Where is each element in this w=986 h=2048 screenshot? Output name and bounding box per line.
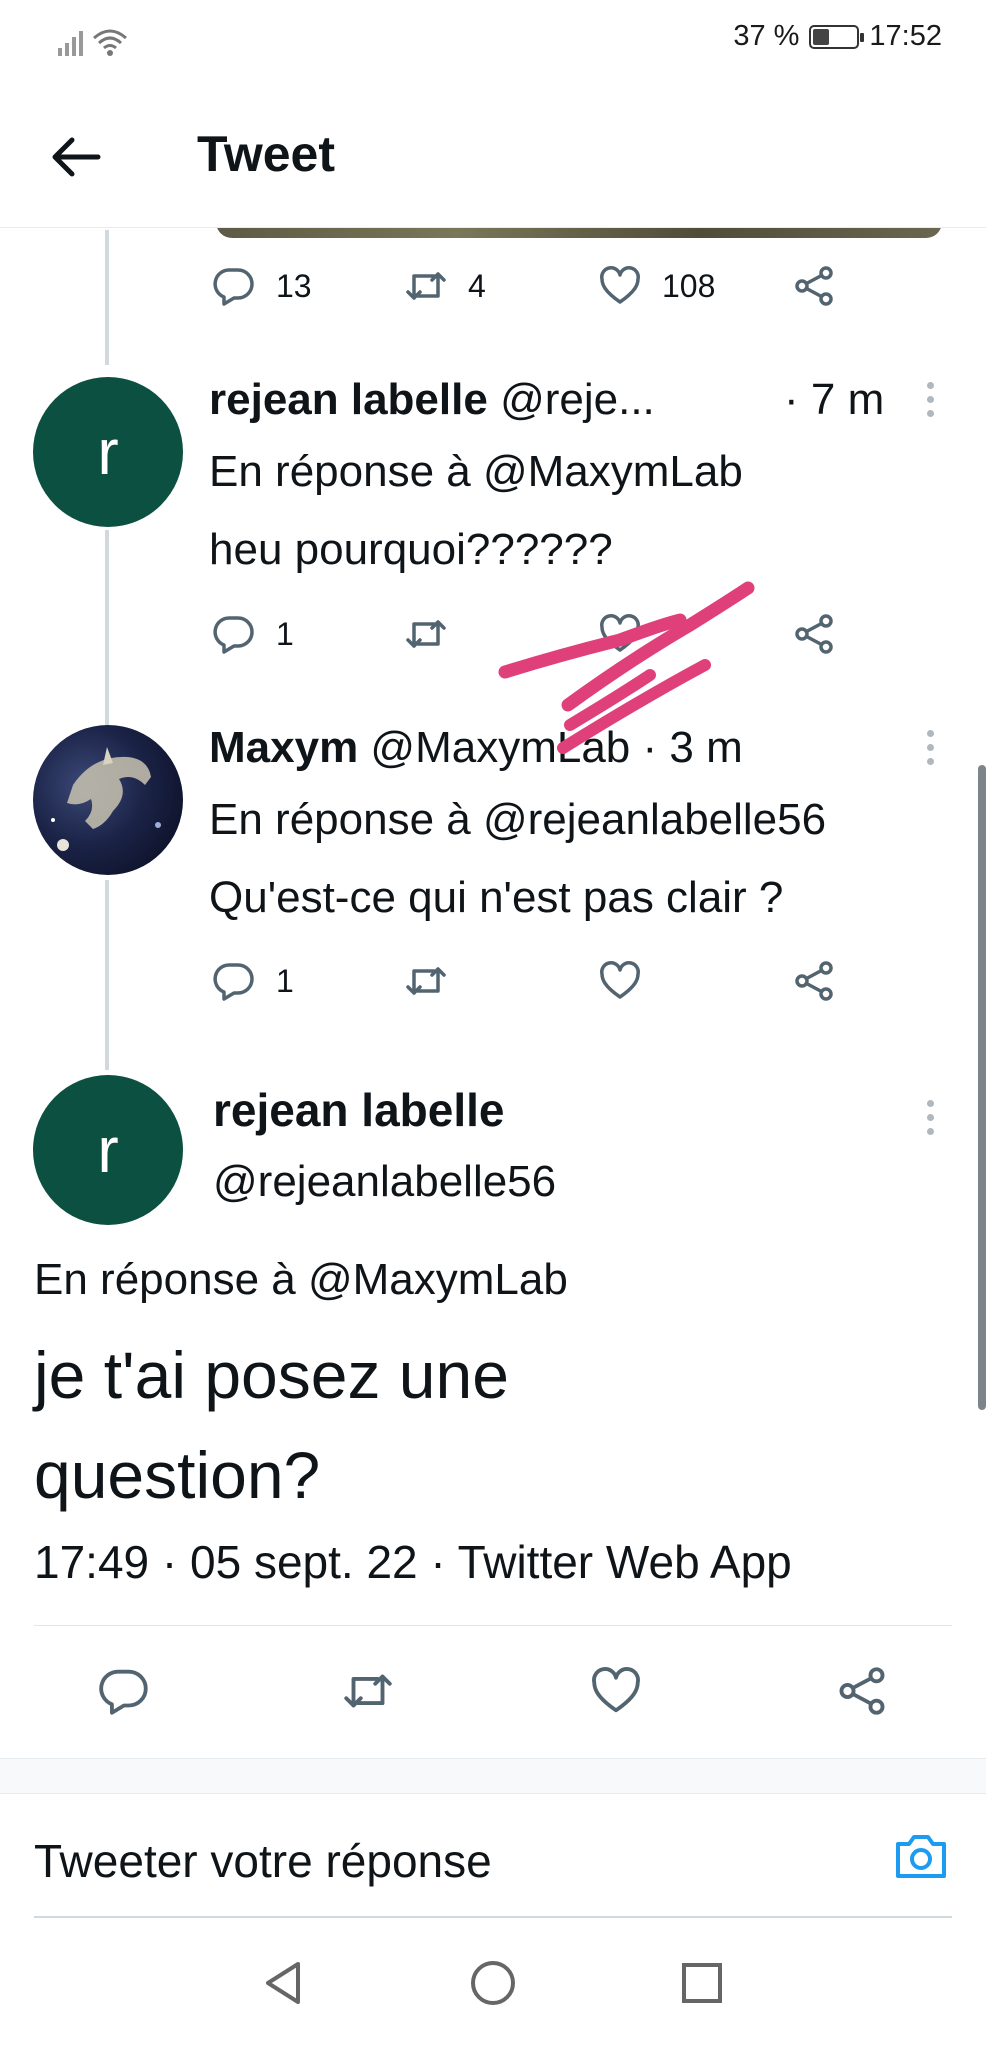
reply-button[interactable] [95, 1662, 153, 1720]
reply-button[interactable]: 13 [210, 262, 312, 310]
top-app-bar: Tweet [0, 80, 986, 228]
retweet-button[interactable] [402, 957, 450, 1005]
retweet-button[interactable]: 4 [402, 262, 486, 310]
like-button[interactable]: 108 [596, 262, 715, 310]
reply-to-label[interactable]: En réponse à @rejeanlabelle56 [209, 795, 826, 845]
reply-count: 1 [276, 615, 294, 652]
retweet-count: 4 [468, 267, 486, 304]
tweet-header: rejean labelle @reje... [209, 375, 655, 425]
share-icon [795, 961, 833, 1001]
battery-percent: 37 % [733, 20, 800, 52]
nav-recents-icon[interactable] [677, 1958, 727, 2008]
reply-icon [213, 268, 254, 306]
more-options-icon[interactable] [923, 382, 937, 426]
nav-home-icon[interactable] [468, 1958, 518, 2008]
status-bar: 37 % 17:52 [0, 0, 986, 80]
parent-tweet-actions: 13 4 108 [0, 262, 986, 322]
retweet-button[interactable] [402, 610, 450, 658]
reply-button[interactable]: 1 [210, 610, 294, 658]
more-options-icon[interactable] [923, 1100, 937, 1144]
retweet-icon [406, 967, 446, 995]
tweet-text-line: je t'ai posez une [34, 1338, 509, 1412]
reply-button[interactable]: 1 [210, 957, 294, 1005]
reply-to-label[interactable]: En réponse à @MaxymLab [209, 447, 743, 497]
retweet-icon [344, 1674, 392, 1708]
scrollbar[interactable] [978, 765, 986, 1410]
signal-wifi-icon [56, 24, 136, 66]
section-gap [0, 1758, 986, 1794]
author-name[interactable]: rejean labelle [209, 375, 488, 424]
back-arrow-icon[interactable] [46, 132, 106, 182]
tweet-text-line: question? [34, 1438, 321, 1512]
share-button[interactable] [790, 610, 838, 658]
share-button[interactable] [790, 957, 838, 1005]
nav-back-icon[interactable] [258, 1958, 308, 2008]
tweet-text: Qu'est-ce qui n'est pas clair ? [209, 873, 784, 922]
share-icon [795, 614, 833, 654]
like-icon [600, 614, 640, 652]
like-button[interactable] [596, 957, 644, 1005]
divider [34, 1625, 952, 1626]
tweet-meta: 17:49 · 05 sept. 22 · Twitter Web App [34, 1536, 792, 1588]
like-count: 108 [662, 267, 716, 304]
tweet-text: je t'ai posez une question? [34, 1325, 934, 1525]
reply-icon [213, 963, 254, 1001]
page-title: Tweet [197, 126, 335, 182]
tweet-header: Maxym @MaxymLab · 3 m [209, 723, 743, 773]
retweet-button[interactable] [339, 1662, 397, 1720]
author-handle[interactable]: @rejeanlabelle56 [213, 1157, 556, 1207]
like-icon [600, 961, 640, 999]
retweet-icon [406, 620, 446, 648]
tweet-text: heu pourquoi?????? [209, 525, 613, 574]
avatar[interactable]: r [33, 377, 183, 527]
more-options-icon[interactable] [923, 730, 937, 774]
reply-1-actions: 1 [0, 610, 986, 670]
like-button[interactable] [596, 610, 644, 658]
battery-fill [813, 28, 829, 45]
reply-input-placeholder[interactable]: Tweeter votre réponse [34, 1834, 492, 1888]
camera-icon[interactable] [892, 1830, 950, 1882]
reply-to-label[interactable]: En réponse à @MaxymLab [34, 1255, 568, 1305]
author-name[interactable]: rejean labelle [213, 1083, 505, 1137]
like-icon [592, 1667, 640, 1713]
focused-tweet-actions [0, 1662, 986, 1732]
battery-icon [809, 24, 865, 49]
clock: 17:52 [869, 20, 942, 52]
avatar[interactable]: r [33, 1075, 183, 1225]
reply-icon [99, 1669, 148, 1715]
status-right: 37 % 17:52 [733, 20, 942, 53]
reply-count: 1 [276, 962, 294, 999]
reply-count: 13 [276, 267, 312, 304]
system-nav-bar [0, 1918, 986, 2048]
share-icon [839, 1667, 885, 1715]
tweet-time: · 7 m [784, 375, 885, 424]
page: 37 % 17:52 Tweet 13 4 108 r rejean label… [0, 0, 986, 2048]
share-button[interactable] [833, 1662, 891, 1720]
reply-icon [213, 616, 254, 654]
author-handle[interactable]: @MaxymLab [370, 723, 630, 772]
avatar[interactable] [33, 725, 183, 875]
tweet-time: · 3 m [642, 723, 743, 772]
reply-2-actions: 1 [0, 957, 986, 1017]
author-name[interactable]: Maxym [209, 723, 358, 772]
avatar-photo [51, 747, 161, 851]
like-icon [600, 266, 640, 304]
reply-composer[interactable]: Tweeter votre réponse [0, 1794, 986, 1918]
share-button[interactable] [790, 262, 838, 310]
like-button[interactable] [587, 1662, 645, 1720]
author-handle[interactable]: @reje... [500, 375, 655, 424]
retweet-icon [406, 272, 446, 300]
share-icon [795, 266, 833, 306]
